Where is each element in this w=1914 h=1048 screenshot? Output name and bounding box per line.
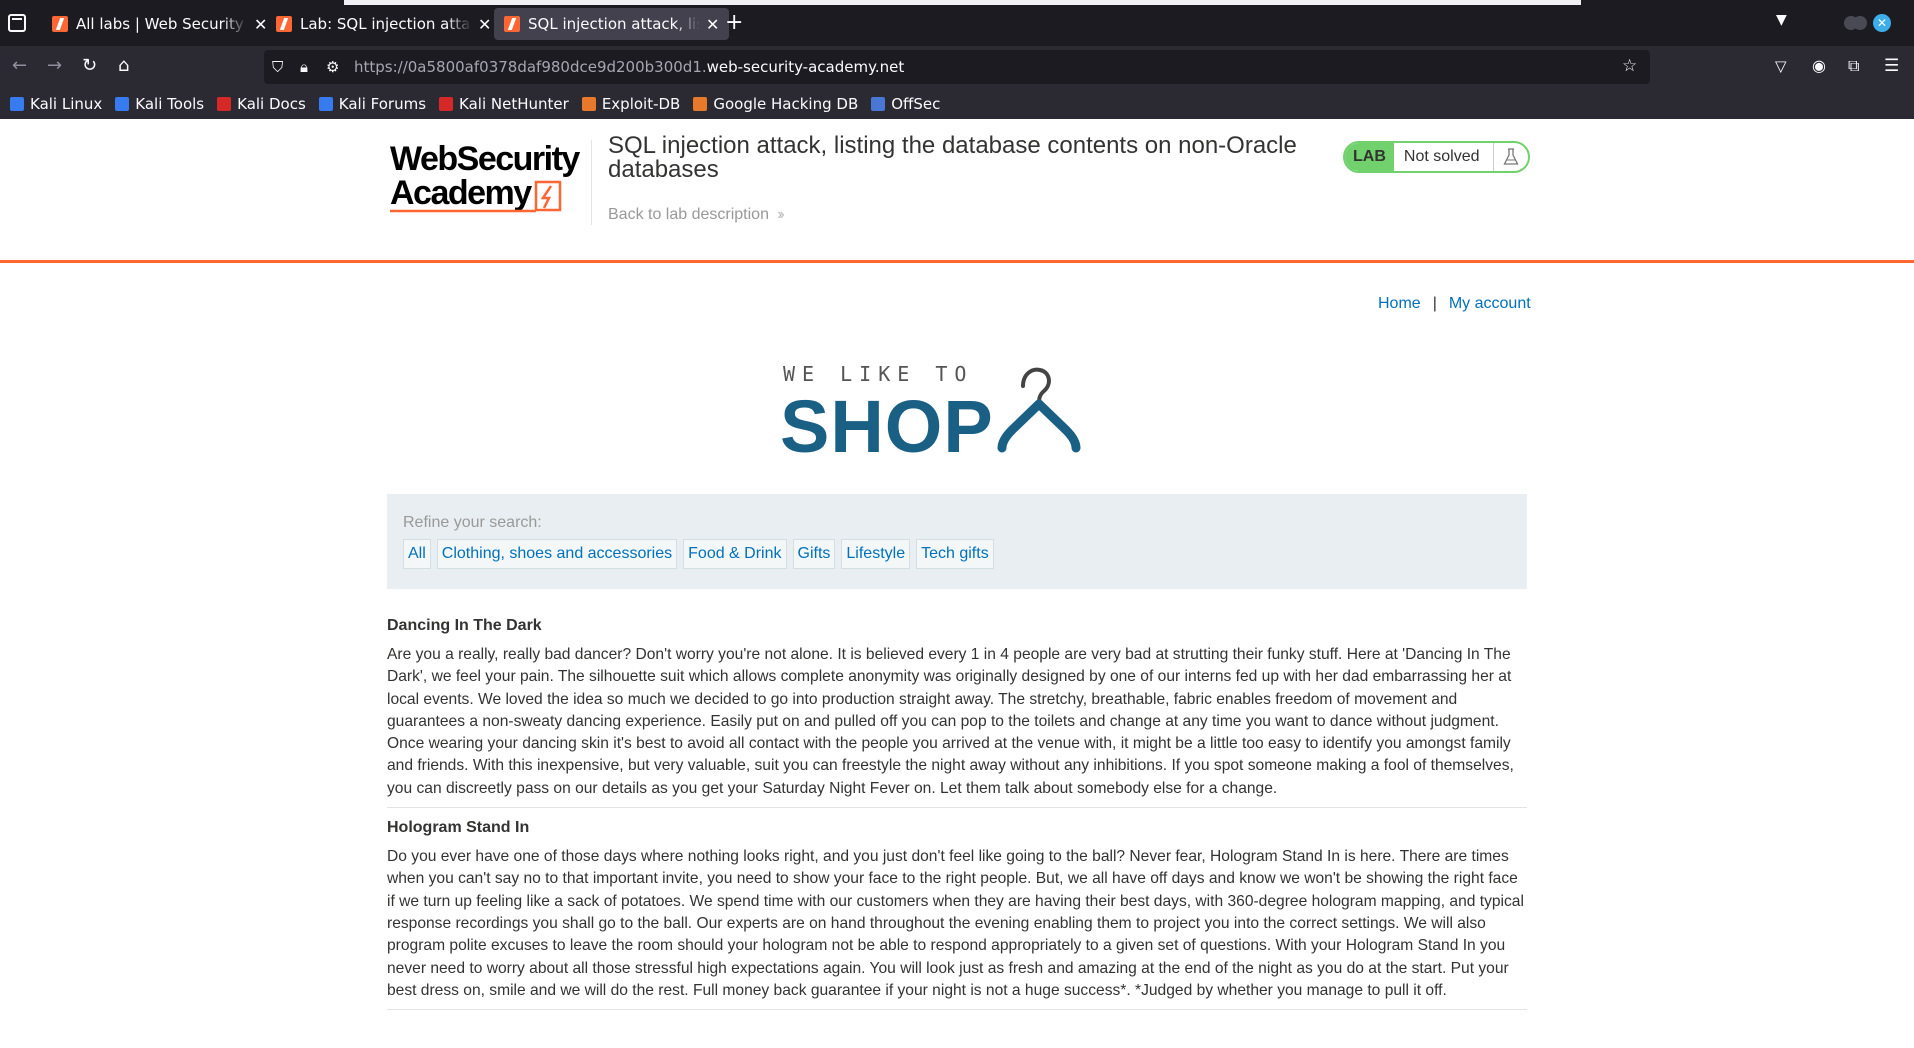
web-security-academy-logo[interactable]: WebSecurity Academy [388,138,588,216]
bookmark-exploit-db[interactable]: Exploit-DB [581,94,681,113]
bookmark-kali-docs[interactable]: Kali Docs [217,95,306,113]
filter-tech-gifts[interactable]: Tech gifts [916,539,994,569]
lock-icon[interactable]: 🔒︎ [300,58,308,76]
navigation-toolbar: ← → ↻ ⌂ ⛉ 🔒︎ ⚙ https://0a5800af0378daf98… [0,46,1914,88]
account-nav: Home | My account [1378,295,1531,313]
tab-title: All labs | Web Security Academy [76,15,248,33]
logo-tagline: WE LIKE TO [783,364,973,386]
bookmark-kali-linux[interactable]: Kali Linux [10,95,102,113]
window-close-button[interactable]: ✕ [1873,14,1891,32]
url-text[interactable]: https://0a5800af0378daf980dce9d200b300d1… [354,58,904,76]
account-icon[interactable]: ◉ [1812,56,1826,76]
tab-all-labs[interactable]: All labs | Web Security Academy ✕ [42,8,277,40]
url-prefix: https://0a5800af0378daf980dce9d200b300d1… [354,58,707,76]
bookmark-star-icon[interactable]: ☆ [1622,56,1637,76]
bookmark-label: Google Hacking DB [713,94,859,113]
bookmark-kali-forums[interactable]: Kali Forums [318,94,427,113]
we-like-to-shop-logo: WE LIKE TO SHOP [780,364,1081,457]
maximize-button[interactable] [1853,16,1867,30]
tab-overview-icon[interactable] [8,14,26,32]
filter-gifts[interactable]: Gifts [792,539,836,569]
bookmarks-toolbar: Kali Linux Kali Tools Kali Docs Kali For… [0,88,1914,119]
product-name: Hologram Stand In [387,819,530,837]
bookmark-label: Exploit-DB [601,94,681,113]
bookmark-label: OffSec [891,94,941,113]
logo-line2: Academy [390,174,532,212]
header-divider [591,140,592,225]
forward-arrow-icon[interactable]: → [47,56,62,76]
product-description: Are you a really, really bad dancer? Don… [387,646,1514,797]
browser-tab-bar: All labs | Web Security Academy ✕ Lab: S… [0,0,1914,46]
filter-lifestyle[interactable]: Lifestyle [841,539,911,569]
kali-docs-icon [217,96,232,111]
back-arrow-icon[interactable]: ← [12,56,27,76]
flask-svg [1503,148,1520,165]
bookmark-kali-tools[interactable]: Kali Tools [115,95,204,113]
window-title-strip [344,0,1581,5]
lab-status-widget: LAB Not solved [1343,141,1531,173]
nav-separator: | [1432,295,1437,312]
home-icon[interactable]: ⌂ [118,56,129,76]
bookmark-label: Kali Tools [135,94,205,113]
close-icon[interactable]: ✕ [706,15,719,34]
tab-lab-description[interactable]: Lab: SQL injection attack, listing ✕ [266,8,501,40]
tab-lab-page[interactable]: SQL injection attack, listing ✕ [494,8,730,40]
logo-box-icon [534,180,562,212]
back-link-label: Back to lab description [608,206,769,223]
kali-forums-icon [318,96,333,111]
url-domain: web-security-academy.net [706,58,905,76]
flask-icon [1494,143,1528,171]
address-bar[interactable]: ⛉ 🔒︎ ⚙ https://0a5800af0378daf980dce9d20… [264,50,1650,84]
bookmark-label: Kali Forums [338,94,427,113]
lab-title: SQL injection attack, listing the databa… [608,132,1297,183]
list-all-tabs-chevron-icon[interactable]: ▼ [1776,12,1787,28]
filter-label: Refine your search: [403,514,542,531]
bookmark-google-hacking-db[interactable]: Google Hacking DB [693,95,858,113]
category-filter-list: All Clothing, shoes and accessories Food… [403,539,1000,569]
shield-icon[interactable]: ⛉ [272,58,283,76]
my-account-link[interactable]: My account [1449,295,1531,313]
new-tab-button[interactable]: + [725,10,743,35]
extensions-icon[interactable]: ⧉ [1848,56,1859,76]
offsec-icon [871,96,886,111]
portswigger-favicon-icon [504,16,520,32]
product-list: Dancing In The Dark Are you a really, re… [387,614,1527,1018]
back-to-lab-description-link[interactable]: Back to lab description ›› [608,206,784,224]
filter-food-drink[interactable]: Food & Drink [683,539,787,569]
close-icon[interactable]: ✕ [478,15,491,34]
filter-all[interactable]: All [403,539,431,569]
kali-tools-icon [115,96,130,111]
product-item: Hologram Stand In Do you ever have one o… [387,816,1527,1011]
logo-shop-word: SHOP [780,385,994,457]
tab-title: SQL injection attack, listing [528,15,700,33]
exploit-db-icon [581,96,596,111]
hanger-icon [997,367,1081,453]
bookmark-label: Kali NetHunter [459,94,569,113]
pocket-icon[interactable]: ▽ [1775,56,1787,76]
kali-dragon-icon [10,96,24,111]
bookmark-kali-nethunter[interactable]: Kali NetHunter [439,95,569,113]
nethunter-icon [439,96,454,111]
filter-panel: Refine your search: All Clothing, shoes … [387,494,1527,589]
portswigger-favicon-icon [52,16,68,32]
reload-icon[interactable]: ↻ [82,56,97,76]
double-chevron-right-icon: ›› [776,206,784,223]
bookmark-offsec[interactable]: OffSec [871,95,940,113]
portswigger-favicon-icon [276,16,292,32]
product-name: Dancing In The Dark [387,617,542,634]
permissions-icon[interactable]: ⚙ [326,58,339,76]
lightning-icon [540,185,553,209]
lab-badge: LAB [1345,143,1394,171]
home-link[interactable]: Home [1378,295,1421,313]
product-item: Dancing In The Dark Are you a really, re… [387,614,1527,809]
menu-icon[interactable]: ☰ [1884,56,1899,76]
ghdb-icon [693,96,708,111]
lab-status-text: Not solved [1394,143,1495,171]
product-description: Do you ever have one of those days where… [387,848,1524,999]
logo-line1: WebSecurity [390,140,580,178]
bookmark-label: Kali Docs [237,94,306,113]
filter-clothing[interactable]: Clothing, shoes and accessories [436,539,678,569]
bookmark-label: Kali Linux [30,94,103,113]
tab-title: Lab: SQL injection attack, listing [300,15,472,33]
